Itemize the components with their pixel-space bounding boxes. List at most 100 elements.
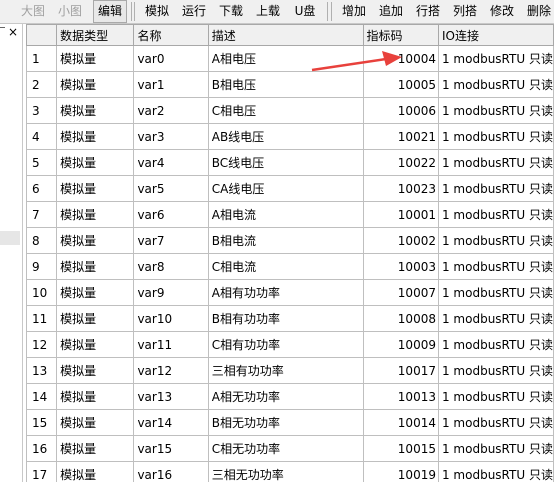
name-cell[interactable]: var2 [133, 97, 209, 124]
name-cell[interactable]: var5 [133, 175, 209, 202]
code-cell[interactable]: 10002 [362, 227, 439, 254]
row-number-cell[interactable]: 2 [26, 71, 58, 98]
small-icon-view-button[interactable]: 小图 [57, 0, 83, 23]
table-row[interactable]: 8 模拟量 var7 B相电流 10002 1 modbusRTU 只读 [26, 227, 554, 254]
table-row[interactable]: 13 模拟量 var12 三相有功功率 10017 1 modbusRTU 只读 [26, 357, 554, 384]
description-cell[interactable]: BC线电压 [207, 149, 364, 176]
simulate-button[interactable]: 模拟 [144, 0, 170, 23]
data-type-cell[interactable]: 模拟量 [56, 383, 135, 410]
code-cell[interactable]: 10008 [362, 305, 439, 332]
name-cell[interactable]: var4 [133, 149, 209, 176]
name-cell[interactable]: var16 [133, 461, 209, 482]
data-type-cell[interactable]: 模拟量 [56, 201, 135, 228]
name-cell[interactable]: var12 [133, 357, 209, 384]
row-number-cell[interactable]: 5 [26, 149, 58, 176]
large-icon-view-button[interactable]: 大图 [20, 0, 46, 23]
name-cell[interactable]: var13 [133, 383, 209, 410]
description-cell[interactable]: 三相无功功率 [207, 461, 364, 482]
data-type-cell[interactable]: 模拟量 [56, 435, 135, 462]
data-type-cell[interactable]: 模拟量 [56, 45, 135, 72]
io-connection-cell[interactable]: 1 modbusRTU 只读 [437, 331, 554, 358]
row-number-cell[interactable]: 7 [26, 201, 58, 228]
data-type-cell[interactable]: 模拟量 [56, 305, 135, 332]
data-type-cell[interactable]: 模拟量 [56, 227, 135, 254]
data-type-cell[interactable]: 模拟量 [56, 357, 135, 384]
io-connection-cell[interactable]: 1 modbusRTU 只读 [437, 435, 554, 462]
row-number-cell[interactable]: 8 [26, 227, 58, 254]
io-connection-cell[interactable]: 1 modbusRTU 只读 [437, 123, 554, 150]
row-number-cell[interactable]: 13 [26, 357, 58, 384]
data-type-cell[interactable]: 模拟量 [56, 97, 135, 124]
name-cell[interactable]: var15 [133, 435, 209, 462]
data-type-cell[interactable]: 模拟量 [56, 253, 135, 280]
name-cell[interactable]: var11 [133, 331, 209, 358]
close-panel-icon[interactable]: × [8, 26, 18, 38]
table-row[interactable]: 2 模拟量 var1 B相电压 10005 1 modbusRTU 只读 [26, 71, 554, 98]
description-cell[interactable]: B相有功功率 [207, 305, 364, 332]
name-cell[interactable]: var14 [133, 409, 209, 436]
data-type-cell[interactable]: 模拟量 [56, 279, 135, 306]
data-type-cell[interactable]: 模拟量 [56, 123, 135, 150]
code-cell[interactable]: 10009 [362, 331, 439, 358]
modify-button[interactable]: 修改 [489, 0, 515, 23]
edit-button[interactable]: 编辑 [93, 0, 127, 23]
row-number-cell[interactable]: 15 [26, 409, 58, 436]
row-number-cell[interactable]: 17 [26, 461, 58, 482]
row-number-cell[interactable]: 11 [26, 305, 58, 332]
description-cell[interactable]: C相电压 [207, 97, 364, 124]
code-cell[interactable]: 10001 [362, 201, 439, 228]
usb-disk-button[interactable]: U盘 [292, 0, 318, 23]
table-row[interactable]: 12 模拟量 var11 C相有功功率 10009 1 modbusRTU 只读 [26, 331, 554, 358]
panel-selected-item[interactable] [0, 231, 20, 245]
table-row[interactable]: 16 模拟量 var15 C相无功功率 10015 1 modbusRTU 只读 [26, 435, 554, 462]
description-cell[interactable]: A相无功功率 [207, 383, 364, 410]
code-cell[interactable]: 10003 [362, 253, 439, 280]
io-connection-cell[interactable]: 1 modbusRTU 只读 [437, 45, 554, 72]
data-type-cell[interactable]: 模拟量 [56, 461, 135, 482]
row-number-cell[interactable]: 12 [26, 331, 58, 358]
row-number-cell[interactable]: 9 [26, 253, 58, 280]
code-cell[interactable]: 10014 [362, 409, 439, 436]
io-connection-cell[interactable]: 1 modbusRTU 只读 [437, 149, 554, 176]
table-row[interactable]: 11 模拟量 var10 B相有功功率 10008 1 modbusRTU 只读 [26, 305, 554, 332]
row-number-cell[interactable]: 4 [26, 123, 58, 150]
code-cell[interactable]: 10022 [362, 149, 439, 176]
name-cell[interactable]: var10 [133, 305, 209, 332]
row-number-cell[interactable]: 10 [26, 279, 58, 306]
download-button[interactable]: 下载 [218, 0, 244, 23]
code-cell[interactable]: 10021 [362, 123, 439, 150]
table-row[interactable]: 6 模拟量 var5 CA线电压 10023 1 modbusRTU 只读 [26, 175, 554, 202]
table-row[interactable]: 1 模拟量 var0 A相电压 10004 1 modbusRTU 只读 [26, 45, 554, 72]
data-type-cell[interactable]: 模拟量 [56, 175, 135, 202]
io-connection-cell[interactable]: 1 modbusRTU 只读 [437, 253, 554, 280]
io-connection-cell[interactable]: 1 modbusRTU 只读 [437, 227, 554, 254]
delete-button[interactable]: 删除 [526, 0, 552, 23]
data-type-cell[interactable]: 模拟量 [56, 71, 135, 98]
upload-button[interactable]: 上载 [255, 0, 281, 23]
name-cell[interactable]: var0 [133, 45, 209, 72]
table-row[interactable]: 9 模拟量 var8 C相电流 10003 1 modbusRTU 只读 [26, 253, 554, 280]
data-type-cell[interactable]: 模拟量 [56, 331, 135, 358]
table-row[interactable]: 7 模拟量 var6 A相电流 10001 1 modbusRTU 只读 [26, 201, 554, 228]
data-type-cell[interactable]: 模拟量 [56, 149, 135, 176]
row-copy-button[interactable]: 行搭 [415, 0, 441, 23]
description-cell[interactable]: A相有功功率 [207, 279, 364, 306]
name-cell[interactable]: var3 [133, 123, 209, 150]
name-cell[interactable]: var1 [133, 71, 209, 98]
code-cell[interactable]: 10017 [362, 357, 439, 384]
column-header-name[interactable]: 名称 [133, 24, 209, 46]
io-connection-cell[interactable]: 1 modbusRTU 只读 [437, 279, 554, 306]
column-header-type[interactable]: 数据类型 [56, 24, 135, 46]
io-connection-cell[interactable]: 1 modbusRTU 只读 [437, 383, 554, 410]
table-row[interactable]: 14 模拟量 var13 A相无功功率 10013 1 modbusRTU 只读 [26, 383, 554, 410]
description-cell[interactable]: A相电流 [207, 201, 364, 228]
row-number-cell[interactable]: 14 [26, 383, 58, 410]
add-button[interactable]: 增加 [341, 0, 367, 23]
table-row[interactable]: 10 模拟量 var9 A相有功功率 10007 1 modbusRTU 只读 [26, 279, 554, 306]
io-connection-cell[interactable]: 1 modbusRTU 只读 [437, 409, 554, 436]
io-connection-cell[interactable]: 1 modbusRTU 只读 [437, 357, 554, 384]
description-cell[interactable]: B相无功功率 [207, 409, 364, 436]
description-cell[interactable]: C相电流 [207, 253, 364, 280]
io-connection-cell[interactable]: 1 modbusRTU 只读 [437, 97, 554, 124]
row-number-cell[interactable]: 6 [26, 175, 58, 202]
